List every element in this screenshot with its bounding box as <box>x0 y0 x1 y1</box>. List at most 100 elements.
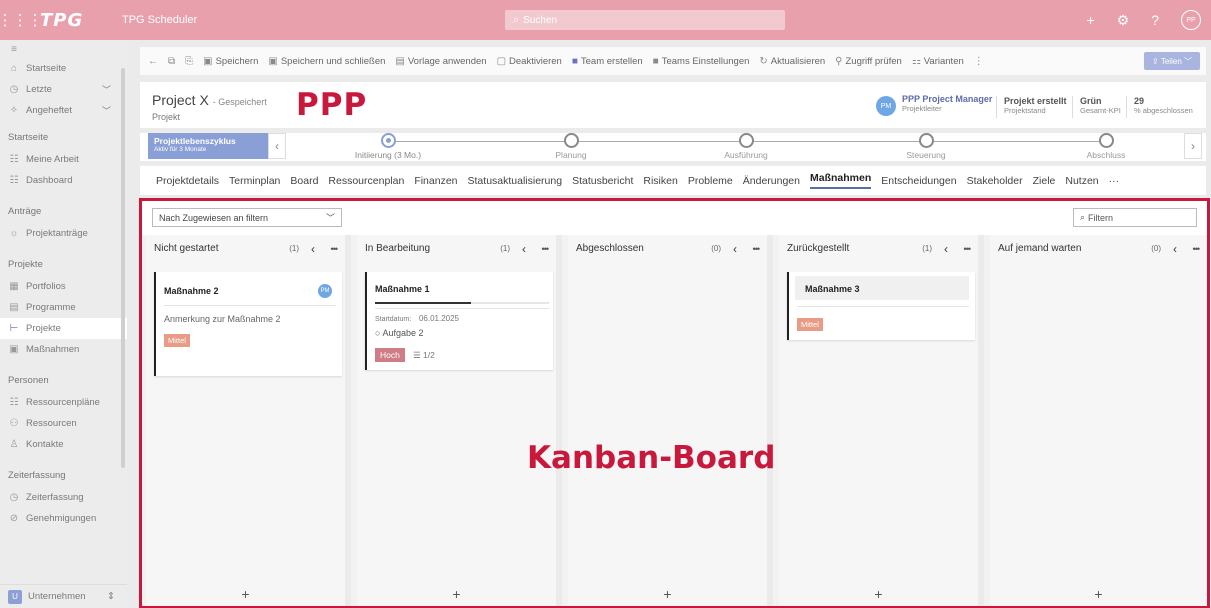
assignee-filter-select[interactable]: Nach Zugewiesen an filtern ﹀ <box>152 208 342 227</box>
stage-steuerung[interactable]: Steuerung <box>866 133 986 160</box>
tab-stakeholder[interactable]: Stakeholder <box>967 175 1023 187</box>
add-card-button[interactable]: + <box>990 586 1207 602</box>
create-team-button[interactable]: ■ Team erstellen <box>572 56 643 67</box>
tab-finanzen[interactable]: Finanzen <box>414 175 457 187</box>
more-icon[interactable]: ••• <box>331 244 339 254</box>
sidebar-item-kontakte[interactable]: ♙ Kontakte <box>0 434 127 455</box>
collapse-icon[interactable]: ‹ <box>944 242 948 256</box>
sidebar-item-projektantraege[interactable]: ☼ Projektanträge <box>0 223 127 244</box>
sidebar-item-label: Angeheftet <box>26 105 72 116</box>
sidebar-item-genehmigungen[interactable]: ⊘ Genehmigungen <box>0 508 127 529</box>
sidebar-item-programme[interactable]: ▤ Programme <box>0 297 127 318</box>
share-icon: ⇪ <box>1151 56 1161 66</box>
card-massnahme-2[interactable]: Maßnahme 2 PM Anmerkung zur Maßnahme 2 M… <box>154 272 342 376</box>
sidebar-item-ressourcenplaene[interactable]: ☷ Ressourcenpläne <box>0 392 127 413</box>
collapse-icon[interactable]: ‹ <box>733 242 737 256</box>
add-card-button[interactable]: + <box>779 586 978 602</box>
tab-probleme[interactable]: Probleme <box>688 175 733 187</box>
variants-button[interactable]: ⚏ Varianten <box>912 56 964 67</box>
owner-field[interactable]: PM PPP Project Manager Projektleiter <box>876 94 992 116</box>
tab-terminplan[interactable]: Terminplan <box>229 175 280 187</box>
sidebar-scrollbar[interactable] <box>121 68 125 468</box>
app-name[interactable]: TPG Scheduler <box>122 14 502 26</box>
tab-statusaktualisierung[interactable]: Statusaktualisierung <box>468 175 563 187</box>
card-massnahme-3[interactable]: Maßnahme 3 Mittel <box>787 272 975 340</box>
task-item[interactable]: ○ Aufgabe 2 <box>375 328 424 338</box>
sidebar-item-portfolios[interactable]: ▦ Portfolios <box>0 276 127 297</box>
stage-abschluss[interactable]: Abschluss <box>1046 133 1166 160</box>
refresh-button[interactable]: ↻ Aktualisieren <box>759 56 825 67</box>
tab-aenderungen[interactable]: Änderungen <box>743 175 800 187</box>
collapse-icon[interactable]: ‹ <box>522 242 526 256</box>
user-avatar[interactable]: PP <box>1181 10 1201 30</box>
stage-initiierung[interactable]: Initiierung (3 Mo.) <box>328 133 448 160</box>
teams-icon: ■ <box>571 55 578 67</box>
sidebar-item-massnahmen[interactable]: ▣ Maßnahmen <box>0 339 127 360</box>
check-circle-icon: ⊘ <box>9 513 19 524</box>
stage-planung[interactable]: Planung <box>511 133 631 160</box>
apply-template-button[interactable]: ▤ Vorlage anwenden <box>395 56 486 67</box>
sidebar-item-letzte[interactable]: ◷ Letzte ﹀ <box>0 79 127 100</box>
kpi-overall: Grün Gesamt-KPI <box>1080 96 1121 115</box>
popout-button[interactable]: ⧉ <box>168 56 175 67</box>
tab-massnahmen[interactable]: Maßnahmen <box>809 172 872 189</box>
record-title: Project X - Gespeichert <box>152 92 267 108</box>
tab-ressourcenplan[interactable]: Ressourcenplan <box>328 175 404 187</box>
search-icon: ⌕ <box>513 13 520 26</box>
more-icon[interactable]: ••• <box>542 244 550 254</box>
ppp-annotation: PPP <box>296 87 368 123</box>
card-note: Anmerkung zur Maßnahme 2 <box>164 314 281 324</box>
sidebar-item-startseite[interactable]: ⌂ Startseite <box>0 58 127 79</box>
save-button[interactable]: ▣ Speichern <box>203 56 258 67</box>
check-access-button[interactable]: ⚲ Zugriff prüfen <box>835 56 902 67</box>
save-close-button[interactable]: ▣ Speichern und schließen <box>268 56 385 67</box>
sidebar-item-dashboard[interactable]: ☷ Dashboard <box>0 170 127 191</box>
priority-badge: Hoch <box>375 348 405 362</box>
tab-board[interactable]: Board <box>290 175 318 187</box>
lifecycle-summary[interactable]: Projektlebenszyklus Aktiv für 3 Monate <box>148 133 268 159</box>
tab-projektdetails[interactable]: Projektdetails <box>156 175 219 187</box>
add-card-button[interactable]: + <box>568 586 767 602</box>
sidebar-item-ressourcen[interactable]: ⚇ Ressourcen <box>0 413 127 434</box>
more-icon[interactable]: ••• <box>1193 244 1201 254</box>
chevron-left-icon[interactable]: ‹ <box>268 133 286 159</box>
kanban-board: Nach Zugewiesen an filtern ﹀ ⌕ Filtern N… <box>139 198 1210 608</box>
checklist-icon: ☰ <box>413 350 421 360</box>
search-input[interactable]: ⌕ Suchen <box>505 10 785 30</box>
hamburger-icon[interactable]: ≡ <box>0 40 127 58</box>
teams-settings-button[interactable]: ■ Teams Einstellungen <box>653 56 750 67</box>
share-button[interactable]: ⇪ Teilen ﹀ <box>1143 52 1200 70</box>
sidebar-item-angeheftet[interactable]: ✧ Angeheftet ﹀ <box>0 100 127 121</box>
more-commands-icon[interactable]: ⋮ <box>974 56 984 67</box>
back-button[interactable]: ← <box>148 56 158 67</box>
tab-more[interactable]: ··· <box>1109 175 1120 187</box>
search-placeholder: Suchen <box>523 14 558 26</box>
sidebar-item-zeiterfassung[interactable]: ◷ Zeiterfassung <box>0 487 127 508</box>
card-massnahme-1[interactable]: Maßnahme 1 Startdatum: 06.01.2025 ○ Aufg… <box>365 272 553 370</box>
collapse-icon[interactable]: ‹ <box>311 242 315 256</box>
gear-icon[interactable]: ⚙ <box>1117 12 1130 29</box>
tab-nutzen[interactable]: Nutzen <box>1065 175 1098 187</box>
section-projekte: Projekte <box>8 258 43 270</box>
tab-statusbericht[interactable]: Statusbericht <box>572 175 633 187</box>
tab-entscheidungen[interactable]: Entscheidungen <box>881 175 956 187</box>
area-switcher[interactable]: U Unternehmen ⇕ <box>0 584 127 608</box>
sidebar-item-projekte[interactable]: ⊢ Projekte <box>0 318 127 339</box>
more-icon[interactable]: ••• <box>964 244 972 254</box>
tab-risiken[interactable]: Risiken <box>643 175 677 187</box>
tab-ziele[interactable]: Ziele <box>1033 175 1056 187</box>
collapse-icon[interactable]: ‹ <box>1173 242 1177 256</box>
app-launcher-icon[interactable]: ⋮⋮⋮ <box>0 0 43 40</box>
deactivate-button[interactable]: ▢ Deaktivieren <box>497 56 562 67</box>
more-icon[interactable]: ••• <box>753 244 761 254</box>
flow-button[interactable]: ⎘ <box>185 56 193 67</box>
chevron-right-icon[interactable]: › <box>1184 133 1202 159</box>
owner-name[interactable]: PPP Project Manager <box>902 94 992 104</box>
filter-input[interactable]: ⌕ Filtern <box>1073 208 1197 227</box>
stage-ausfuehrung[interactable]: Ausführung <box>686 133 806 160</box>
add-card-button[interactable]: + <box>146 586 345 602</box>
sidebar-item-meine-arbeit[interactable]: ☷ Meine Arbeit <box>0 149 127 170</box>
plus-icon[interactable]: + <box>1086 12 1094 28</box>
add-card-button[interactable]: + <box>357 586 556 602</box>
help-icon[interactable]: ? <box>1151 12 1159 28</box>
